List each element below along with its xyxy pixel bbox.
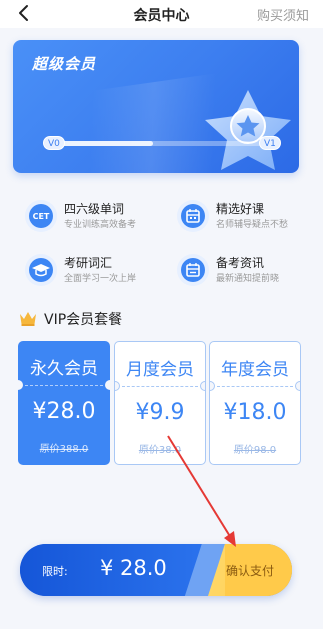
top-nav-bar: 会员中心 购买须知 <box>0 0 323 28</box>
plan-card-monthly[interactable]: 月度会员 ¥9.9 原价38.0 <box>114 341 206 465</box>
feature-subtitle: 名师辅导疑点不愁 <box>216 220 289 230</box>
feature-title: 精选好课 <box>216 202 265 216</box>
feature-subtitle: 全面学习一次上岸 <box>64 274 137 284</box>
ticket-notch <box>200 381 205 391</box>
plan-name: 月度会员 <box>126 360 194 380</box>
star-badge-icon <box>205 90 291 170</box>
crown-icon <box>20 312 36 326</box>
ticket-notch <box>295 381 300 391</box>
purchase-notice-link[interactable]: 购买须知 <box>257 5 309 24</box>
member-card: 超级会员 V0 V1 <box>13 40 299 173</box>
plan-divider <box>25 385 103 386</box>
svg-text:CET: CET <box>33 212 50 221</box>
plan-price: ¥9.9 <box>135 400 185 425</box>
plan-name: 永久会员 <box>30 359 98 379</box>
member-level-name: 超级会员 <box>32 55 97 73</box>
plan-card-yearly[interactable]: 年度会员 ¥18.0 原价98.0 <box>209 341 301 465</box>
ticket-notch <box>115 381 120 391</box>
pay-bar: 限时: ¥ 28.0 确认支付 <box>20 544 292 596</box>
plan-divider <box>217 386 293 387</box>
plan-original-price: 原价98.0 <box>233 445 277 456</box>
confirm-pay-button[interactable]: 确认支付 <box>215 562 285 579</box>
feature-title: 备考资讯 <box>216 256 265 270</box>
feature-selected-courses[interactable]: 精选好课 名师辅导疑点不愁 <box>176 196 316 236</box>
ticket-notch <box>210 381 215 391</box>
feature-title: 考研词汇 <box>64 256 113 270</box>
plan-card-lifetime[interactable]: 永久会员 ¥28.0 原价388.0 <box>18 341 110 465</box>
ticket-notch <box>18 380 23 390</box>
limited-time-label: 限时: <box>42 565 68 578</box>
pay-total-price: ¥ 28.0 <box>100 556 167 580</box>
plan-original-price: 原价38.0 <box>138 445 182 456</box>
feature-subtitle: 最新通知提前晓 <box>216 274 280 284</box>
feature-title: 四六级单词 <box>64 202 125 216</box>
plan-original-price: 原价388.0 <box>39 444 89 455</box>
plan-divider <box>122 386 198 387</box>
feature-postgrad-vocab[interactable]: 考研词汇 全面学习一次上岸 <box>24 250 164 290</box>
level-progress-track <box>51 141 263 146</box>
ticket-notch <box>105 380 110 390</box>
plan-price: ¥28.0 <box>32 399 96 424</box>
calendar-icon <box>177 254 209 286</box>
feature-subtitle: 专业训练高效备考 <box>64 220 137 230</box>
level-progress-fill <box>51 141 153 146</box>
graduation-cap-icon <box>25 254 57 286</box>
level-start-label: V0 <box>43 136 65 150</box>
feature-exam-news[interactable]: 备考资讯 最新通知提前晓 <box>176 250 316 290</box>
level-end-label: V1 <box>259 136 281 150</box>
calendar-book-icon <box>177 200 209 232</box>
cet-icon: CET <box>25 200 57 232</box>
plan-price: ¥18.0 <box>223 400 287 425</box>
feature-cet-words[interactable]: CET 四六级单词 专业训练高效备考 <box>24 196 164 236</box>
plan-name: 年度会员 <box>221 360 289 380</box>
vip-section-title: VIP会员套餐 <box>44 312 123 328</box>
